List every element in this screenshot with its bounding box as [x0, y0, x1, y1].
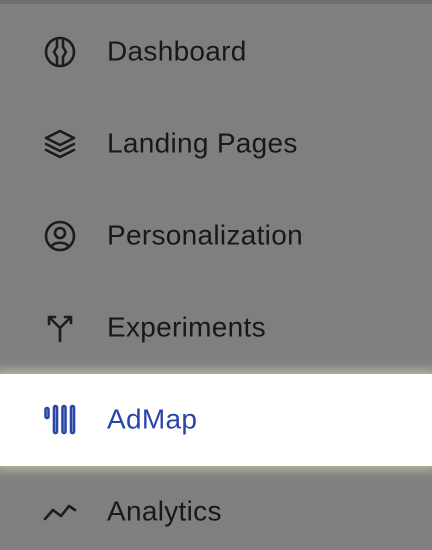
- nav-item-landing-pages[interactable]: Landing Pages: [0, 98, 432, 190]
- layers-icon: [42, 126, 78, 162]
- nav-item-admap[interactable]: AdMap: [0, 374, 432, 466]
- nav-label-admap: AdMap: [107, 403, 198, 435]
- nav-item-dashboard[interactable]: Dashboard: [0, 6, 432, 98]
- nav-label-landing-pages: Landing Pages: [107, 127, 298, 159]
- admap-bars-icon: [42, 402, 78, 438]
- dashboard-icon: [42, 34, 78, 70]
- nav-label-dashboard: Dashboard: [107, 35, 247, 67]
- top-divider: [0, 0, 432, 4]
- split-arrow-icon: [42, 310, 78, 346]
- nav-label-analytics: Analytics: [107, 495, 222, 527]
- nav-item-personalization[interactable]: Personalization: [0, 190, 432, 282]
- nav-item-analytics[interactable]: Analytics: [0, 466, 432, 550]
- trend-line-icon: [42, 494, 78, 530]
- user-circle-icon: [42, 218, 78, 254]
- nav-label-personalization: Personalization: [107, 219, 303, 251]
- nav-label-experiments: Experiments: [107, 311, 266, 343]
- nav-item-experiments[interactable]: Experiments: [0, 282, 432, 374]
